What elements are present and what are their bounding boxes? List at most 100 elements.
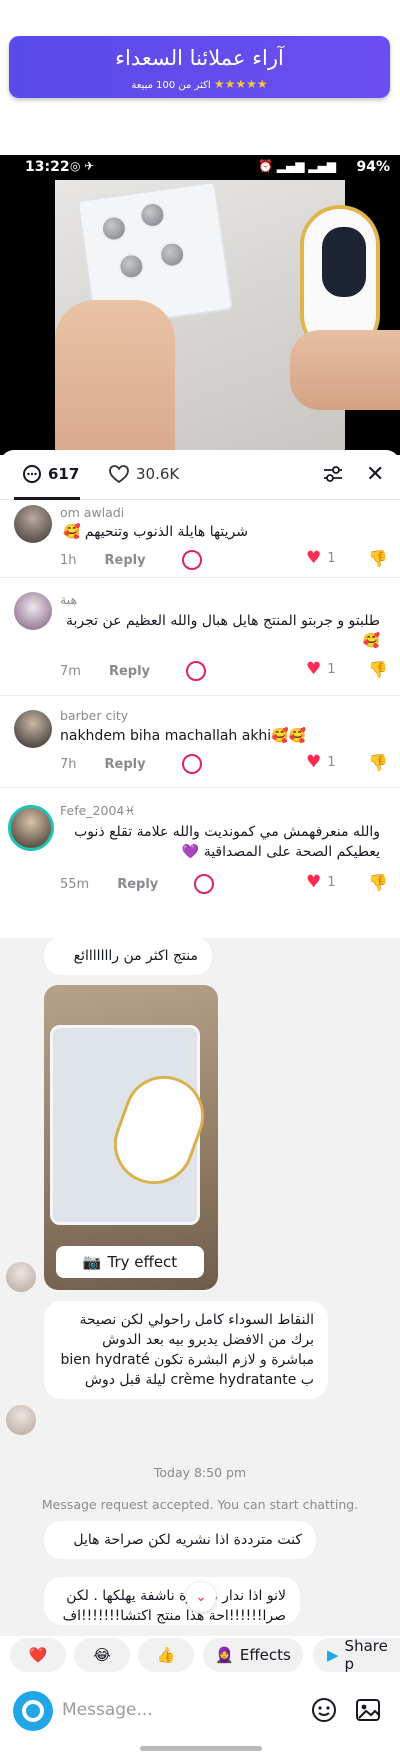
ai-reply-icon[interactable] [194, 874, 215, 894]
comment-icon [23, 465, 41, 483]
comment-time: 7h [60, 756, 77, 772]
signal-icons: ⏰ ▂▄▆ ▂▄▆ [258, 159, 336, 173]
share-icon: ▶ [327, 1646, 339, 1664]
system-message: Message request accepted. You can start … [41, 1497, 359, 1512]
comment-author[interactable]: هبة [60, 592, 77, 607]
ai-reply-icon[interactable] [186, 661, 207, 681]
comment-like-count: 1 [327, 754, 336, 770]
comment-meta: 1h Reply [60, 550, 202, 570]
reply-button[interactable]: Reply [105, 757, 146, 772]
avatar[interactable] [6, 1405, 36, 1435]
home-indicator [140, 1746, 262, 1751]
banner-sales-text: اكثر من 100 مبيعة [131, 80, 211, 91]
reply-button[interactable]: Reply [117, 877, 158, 892]
comment-meta: 7h Reply [60, 754, 202, 774]
heart-outline-icon [109, 465, 129, 484]
try-effect-button[interactable]: 📷 Try effect [56, 1246, 204, 1278]
comment-text: شريتها هايلة الذنوب وتنحيهم 🥰 [63, 524, 248, 540]
effects-button[interactable]: 🧕 Effects [203, 1638, 303, 1672]
sticker-button[interactable] [310, 1696, 338, 1724]
sliders-icon [324, 466, 342, 482]
banner-subtitle: اكثر من 100 مبيعة ★★★★★ [9, 77, 390, 91]
comment-like-button[interactable]: ♥ 1 [306, 872, 336, 892]
divider [0, 787, 400, 788]
chat-message: لانو اذا ندار ة شرة ناشفة يهلكها . لكن ص… [44, 1577, 300, 1625]
tab-likes[interactable]: 30.6K [108, 464, 179, 484]
share-label: Share p [344, 1637, 388, 1673]
comment-time: 55m [60, 876, 90, 892]
comment-like-count: 1 [327, 661, 336, 677]
divider [0, 577, 400, 578]
message-bar [0, 1676, 400, 1740]
reply-button[interactable]: Reply [109, 664, 150, 679]
comment-time: 7m [60, 663, 81, 679]
battery-level: 94% [356, 159, 390, 175]
heart-icon: ♥ [306, 872, 322, 892]
hand-image [55, 300, 175, 455]
brush-head-icon [157, 239, 187, 270]
message-input[interactable]: Message... [62, 1700, 153, 1720]
chat-message: منتج اكثر من رااااااائع [44, 937, 212, 975]
brush-head-icon [116, 251, 147, 282]
share-button[interactable]: ▶ Share p [313, 1637, 400, 1673]
tab-comments[interactable]: 617 [22, 464, 79, 484]
chat-timestamp: Today 8:50 pm [153, 1465, 247, 1480]
camera-button[interactable] [13, 1691, 53, 1731]
comment-time: 1h [60, 552, 77, 568]
emoji-icon [312, 1698, 336, 1722]
dislike-icon[interactable]: 👎 [368, 660, 388, 679]
effects-icon: 🧕 [215, 1646, 234, 1664]
scroll-down-button[interactable]: ⌄ [186, 1582, 216, 1612]
heart-icon: ♥ [306, 659, 322, 679]
reviews-banner: آراء عملائنا السعداء اكثر من 100 مبيعة ★… [9, 36, 390, 98]
comments-header: 617 30.6K ✕ [0, 450, 400, 500]
avatar[interactable] [14, 592, 52, 630]
comment-meta: 55m Reply [60, 874, 215, 894]
active-tab-indicator [14, 497, 80, 500]
comment-like-count: 1 [327, 874, 336, 890]
comment-like-button[interactable]: ♥ 1 [306, 548, 336, 568]
comment-like-count: 1 [327, 550, 336, 566]
reaction-thumb[interactable]: 👍 [138, 1638, 194, 1672]
camera-icon: 📷 [82, 1253, 102, 1271]
ai-reply-icon[interactable] [181, 754, 202, 774]
image-icon [356, 1699, 380, 1721]
comment-author[interactable]: Fefe_2004♓ [60, 803, 136, 818]
comment-author[interactable]: om awladi [60, 505, 124, 520]
avatar[interactable] [14, 710, 52, 748]
avatar[interactable] [14, 505, 52, 543]
ai-reply-icon[interactable] [181, 550, 202, 570]
gallery-button[interactable] [354, 1696, 382, 1724]
chat-photo[interactable] [44, 985, 218, 1290]
filter-button[interactable] [322, 464, 344, 488]
like-count: 30.6K [136, 465, 180, 483]
camera-icon [22, 1700, 44, 1722]
heart-icon: ♥ [306, 752, 322, 772]
dislike-icon[interactable]: 👎 [368, 549, 388, 568]
comment-like-button[interactable]: ♥ 1 [306, 659, 336, 679]
avatar[interactable] [8, 805, 54, 851]
hand-image [290, 330, 400, 410]
dislike-icon[interactable]: 👎 [368, 873, 388, 892]
comment-text: والله منعرفهمش مي كمونديت والله علامة تق… [74, 824, 380, 860]
dislike-icon[interactable]: 👎 [368, 753, 388, 772]
comment-author[interactable]: barber city [60, 708, 128, 723]
chat-message: النقاط السوداء كامل راحولي لكن نصيحة برك… [44, 1301, 328, 1399]
reaction-laugh[interactable]: 😂 [74, 1638, 130, 1672]
status-bar: 13:22 ◎ ✈ ⏰ ▂▄▆ ▂▄▆ 94% [0, 155, 400, 179]
comment-meta: 7m Reply [60, 661, 207, 681]
comment-like-button[interactable]: ♥ 1 [306, 752, 336, 772]
close-icon[interactable]: ✕ [366, 462, 384, 487]
try-effect-label: Try effect [107, 1253, 178, 1271]
banner-title: آراء عملائنا السعداء [115, 46, 284, 70]
heart-icon: ♥ [306, 548, 322, 568]
brush-head-icon [137, 200, 168, 230]
divider [0, 695, 400, 696]
avatar[interactable] [6, 1262, 36, 1292]
comment-count: 617 [48, 465, 80, 483]
reaction-heart[interactable]: ❤️ [10, 1638, 66, 1672]
star-rating-icon: ★★★★★ [213, 77, 269, 91]
comment-text: طلبتو و جربتو المنتج هايل هبال والله الع… [66, 613, 380, 649]
notification-icons: ◎ ✈ [70, 159, 95, 173]
reply-button[interactable]: Reply [105, 553, 146, 568]
